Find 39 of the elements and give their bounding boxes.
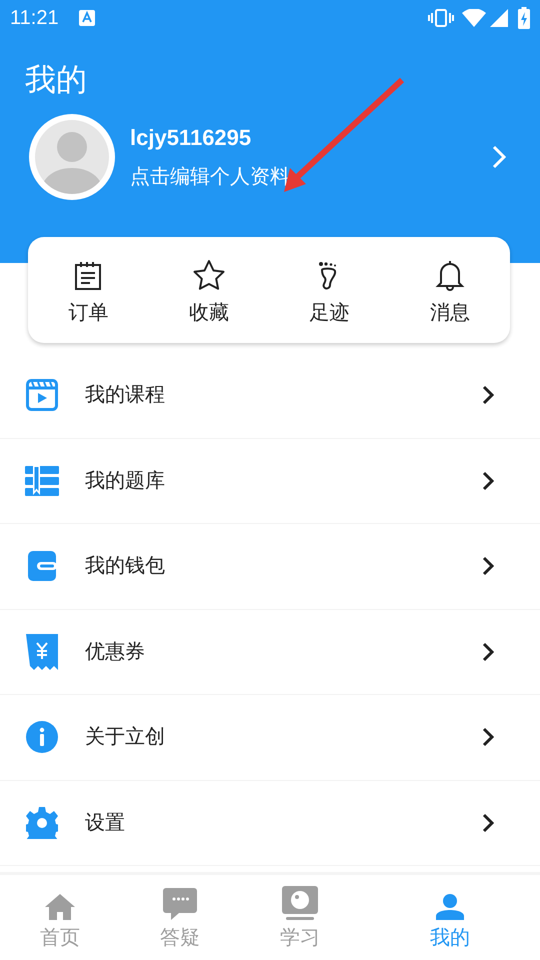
signal-icon xyxy=(490,9,508,27)
chevron-right-icon xyxy=(482,470,494,491)
info-icon xyxy=(26,721,58,754)
shortcut-button[interactable]: 订单 xyxy=(28,255,148,325)
chevron-right-icon xyxy=(482,812,494,833)
shortcut-button[interactable]: 足迹 xyxy=(269,255,390,325)
chat-bubble-icon xyxy=(163,888,197,920)
wifi-icon xyxy=(462,9,486,27)
avatar[interactable] xyxy=(29,114,115,200)
settings-icon xyxy=(26,806,58,839)
shortcut-button[interactable]: 收藏 xyxy=(148,255,269,325)
username: lcjy5116295 xyxy=(130,124,252,152)
menu-item[interactable]: 我的题库 xyxy=(0,438,540,524)
chevron-right-icon xyxy=(482,642,494,662)
video-icon xyxy=(26,379,58,412)
menu-item[interactable]: 我的钱包 xyxy=(0,524,540,610)
battery-icon xyxy=(518,7,530,29)
book-stack-icon xyxy=(25,464,59,497)
bell-icon xyxy=(434,259,465,291)
coupon-icon xyxy=(26,634,58,670)
person-icon xyxy=(436,894,464,920)
chevron-right-icon xyxy=(482,556,494,576)
status-time: 11:21 xyxy=(10,8,59,28)
menu-item[interactable]: 优惠券 xyxy=(0,610,540,695)
chevron-right-icon xyxy=(482,385,494,406)
star-icon xyxy=(192,259,226,291)
wallet-icon xyxy=(27,550,57,582)
home-icon xyxy=(45,894,75,920)
chevron-right-icon xyxy=(482,727,494,748)
page-title: 我的 xyxy=(25,61,87,99)
vibrate-icon xyxy=(428,9,454,27)
notepad-icon xyxy=(73,261,104,291)
menu-item[interactable]: 设置 xyxy=(0,780,540,866)
chevron-right-icon[interactable] xyxy=(492,145,506,169)
shortcut-button[interactable]: 消息 xyxy=(390,255,510,325)
menu-item[interactable]: 关于立创 xyxy=(0,695,540,780)
monitor-icon xyxy=(282,886,318,920)
menu-item[interactable]: 我的课程 xyxy=(0,353,540,438)
keyboard-indicator-icon xyxy=(78,10,95,26)
